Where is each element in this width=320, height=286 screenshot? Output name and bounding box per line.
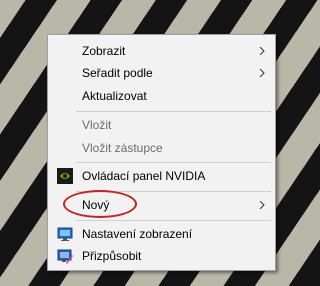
menu-separator xyxy=(76,162,271,163)
display-icon xyxy=(57,227,73,241)
menu-item-vlozit[interactable]: Vložit xyxy=(48,114,275,136)
menu-item-prizpusobit[interactable]: Přizpůsobit xyxy=(48,245,275,267)
chevron-right-icon xyxy=(259,201,265,209)
menu-separator xyxy=(76,111,271,112)
chevron-right-icon xyxy=(259,69,265,77)
menu-item-label: Vložit zástupce xyxy=(82,141,163,155)
menu-item-aktualizovat[interactable]: Aktualizovat xyxy=(48,85,275,107)
menu-item-label: Aktualizovat xyxy=(82,89,147,103)
menu-item-seradit-podle[interactable]: Seřadit podle xyxy=(48,62,275,84)
menu-item-vlozit-zastupce[interactable]: Vložit zástupce xyxy=(48,137,275,159)
chevron-right-icon xyxy=(259,47,265,55)
menu-item-zobrazit[interactable]: Zobrazit xyxy=(48,40,275,62)
menu-item-label: Nastavení zobrazení xyxy=(82,227,193,241)
menu-separator xyxy=(76,220,271,221)
menu-item-label: Zobrazit xyxy=(82,44,126,58)
menu-item-nvidia-panel[interactable]: Ovládací panel NVIDIA xyxy=(48,165,275,187)
menu-item-label: Ovládací panel NVIDIA xyxy=(82,169,206,183)
highlight-circle xyxy=(63,190,137,218)
personalize-icon xyxy=(57,249,73,264)
menu-item-label: Seřadit podle xyxy=(82,66,153,80)
nvidia-icon xyxy=(57,168,73,184)
context-menu: Zobrazit Seřadit podle Aktualizovat Vlož… xyxy=(47,34,276,271)
menu-item-nastaveni-zobrazeni[interactable]: Nastavení zobrazení xyxy=(48,223,275,245)
menu-item-label: Vložit xyxy=(82,118,112,132)
menu-item-label: Přizpůsobit xyxy=(82,249,142,263)
